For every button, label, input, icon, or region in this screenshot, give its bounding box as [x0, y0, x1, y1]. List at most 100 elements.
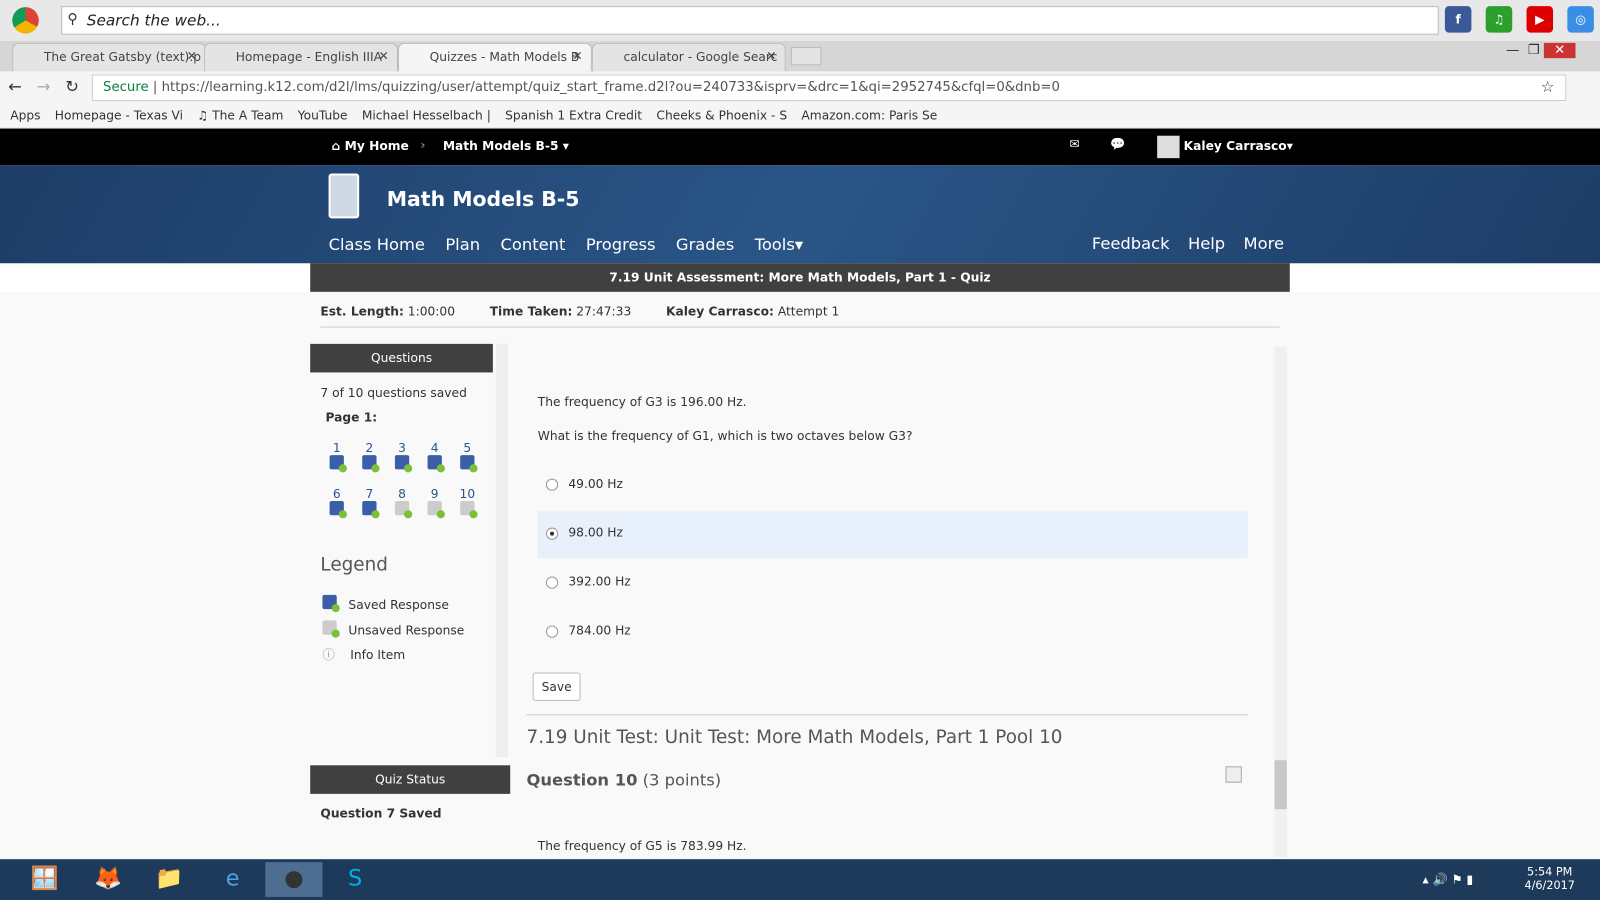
question-link-10[interactable]: 10 — [451, 487, 484, 519]
menu-tools[interactable]: Tools▾ — [755, 235, 803, 254]
question-10-stem: The frequency of G5 is 783.99 Hz. — [537, 838, 747, 854]
section-title: 7.19 Unit Test: Unit Test: More Math Mod… — [526, 726, 1063, 748]
calculator-icon — [328, 173, 360, 219]
save-button[interactable]: Save — [532, 672, 581, 702]
saved-icon — [362, 501, 380, 519]
page-label: Page 1: — [325, 410, 378, 425]
answer-option[interactable]: 784.00 Hz — [538, 609, 1248, 656]
question-stem: The frequency of G3 is 196.00 Hz. — [537, 394, 747, 410]
main-scrollbar[interactable] — [1274, 346, 1287, 858]
info-icon: ⓘ — [322, 647, 335, 663]
file-explorer-icon[interactable]: 📁 — [141, 862, 198, 897]
menu-content[interactable]: Content — [500, 235, 565, 254]
reload-icon[interactable]: ↻ — [65, 77, 79, 96]
radio-button[interactable] — [545, 527, 559, 540]
start-button[interactable]: 🪟 — [16, 862, 73, 897]
course-selector[interactable]: Math Models B-5 ▾ — [443, 139, 569, 153]
chrome-taskbar-icon[interactable]: ● — [265, 862, 323, 897]
menu-help[interactable]: Help — [1188, 234, 1225, 253]
unsaved-icon — [427, 501, 445, 519]
tab-gatsby[interactable]: The Great Gatsby (text).p ✕ — [12, 42, 207, 72]
bookmark-star-icon[interactable]: ☆ — [1541, 78, 1555, 96]
radio-button[interactable] — [545, 478, 559, 491]
unsaved-icon — [460, 501, 478, 519]
skype-icon[interactable]: S — [327, 862, 384, 897]
question-link-9[interactable]: 9 — [418, 487, 451, 519]
sidebar-scrollbar[interactable] — [495, 343, 509, 758]
menu-class-home[interactable]: Class Home — [329, 235, 425, 254]
saved-icon — [329, 455, 347, 473]
answer-option[interactable]: 392.00 Hz — [538, 560, 1248, 607]
question-link-1[interactable]: 1 — [320, 441, 353, 473]
menu-more[interactable]: More — [1244, 234, 1284, 253]
menu-progress[interactable]: Progress — [586, 235, 656, 254]
menu-plan[interactable]: Plan — [445, 235, 480, 254]
messages-icon[interactable]: 💬 — [1110, 137, 1125, 151]
back-icon[interactable]: ← — [8, 77, 22, 96]
facebook-icon[interactable]: f — [1444, 6, 1472, 33]
close-tab-icon[interactable]: ✕ — [187, 49, 197, 63]
question-link-8[interactable]: 8 — [386, 487, 419, 519]
bookmarks-bar: Apps Homepage - Texas Vi ♫ The A Team YouTu… — [0, 104, 1600, 129]
radio-button[interactable] — [545, 625, 559, 638]
web-search-input[interactable]: Search the web... — [61, 6, 1439, 35]
radio-button[interactable] — [545, 576, 559, 589]
saved-icon — [322, 594, 340, 613]
question-link-5[interactable]: 5 — [451, 441, 484, 473]
menu-feedback[interactable]: Feedback — [1092, 234, 1170, 253]
youtube-icon[interactable]: ▶ — [1526, 6, 1554, 33]
saved-count: 7 of 10 questions saved — [320, 385, 467, 400]
bookmark[interactable]: Cheeks & Phoenix - S — [656, 108, 787, 122]
quiz-status: Question 7 Saved — [320, 806, 442, 821]
menu-grades[interactable]: Grades — [676, 235, 734, 254]
user-menu[interactable]: Kaley Carrasco▾ — [1184, 139, 1293, 153]
saved-icon — [427, 455, 445, 473]
notifications-icon[interactable]: ✉ — [1069, 137, 1079, 151]
questions-header: Questions — [310, 343, 493, 373]
answer-option[interactable]: 49.00 Hz — [538, 462, 1248, 509]
clock[interactable]: 5:54 PM 4/6/2017 — [1524, 865, 1574, 892]
saved-icon — [460, 455, 478, 473]
quiz-title: 7.19 Unit Assessment: More Math Models, … — [310, 263, 1290, 292]
search-icon: ⚲ — [67, 11, 78, 28]
bookmark[interactable]: Homepage - Texas Vi — [55, 108, 183, 122]
saved-icon — [394, 455, 413, 473]
tab-calculator[interactable]: calculator - Google Searc ✕ — [591, 42, 786, 72]
game-icon[interactable]: ◎ — [1567, 6, 1594, 33]
bookmark[interactable]: Spanish 1 Extra Credit — [505, 108, 642, 122]
question-link-7[interactable]: 7 — [353, 487, 386, 519]
ie-icon[interactable]: e — [204, 862, 261, 897]
saved-icon — [362, 455, 380, 473]
url-input[interactable]: Secure | https://learning.k12.com/d2l/lm… — [91, 74, 1567, 102]
new-tab-button[interactable] — [790, 46, 822, 66]
close-tab-icon[interactable]: ✕ — [766, 49, 776, 63]
close-tab-icon[interactable]: ✕ — [379, 49, 389, 63]
bookmark[interactable]: Amazon.com: Paris Se — [801, 108, 937, 122]
question-10-heading: Question 10 (3 points) — [526, 770, 722, 790]
question-link-3[interactable]: 3 — [386, 441, 419, 473]
answer-option[interactable]: 98.00 Hz — [537, 511, 1248, 559]
taskbar-app-icon[interactable]: 🦊 — [80, 862, 137, 897]
legend-title: Legend — [320, 554, 388, 576]
bookmark[interactable]: Michael Hesselbach | — [362, 108, 491, 122]
saved-icon — [329, 501, 347, 519]
bookmark[interactable]: YouTube — [298, 108, 348, 122]
chrome-icon[interactable] — [12, 7, 39, 34]
legend: Saved Response Unsaved Response ⓘ Info I… — [322, 593, 464, 668]
bookmark[interactable]: ♫ The A Team — [197, 108, 283, 122]
music-icon[interactable]: ♫ — [1485, 6, 1513, 33]
close-tab-icon[interactable]: ✕ — [572, 49, 582, 63]
quiz-info: Est. Length: 1:00:00 Time Taken: 27:47:3… — [320, 304, 1280, 328]
my-home-link[interactable]: ⌂ My Home — [332, 139, 409, 153]
question-link-2[interactable]: 2 — [353, 441, 386, 473]
avatar — [1157, 135, 1180, 159]
bookmark[interactable]: Apps — [10, 108, 40, 122]
unsaved-icon — [322, 619, 340, 638]
tab-quizzes[interactable]: Quizzes - Math Models B ✕ — [397, 42, 592, 72]
forward-icon[interactable]: → — [37, 77, 51, 96]
tab-homepage[interactable]: Homepage - English IIIA ✕ — [204, 42, 398, 72]
question-link-6[interactable]: 6 — [320, 487, 353, 519]
system-tray-icons[interactable]: ▴ 🔊 ⚑ ▮ — [1422, 872, 1473, 886]
question-link-4[interactable]: 4 — [418, 441, 451, 473]
window-controls[interactable]: — ❐ ✕ — [1506, 42, 1576, 59]
